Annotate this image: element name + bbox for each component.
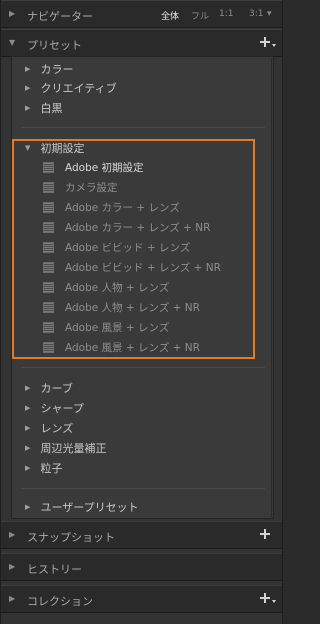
presets-scrollbar[interactable]: [271, 58, 272, 517]
preset-icon: [43, 222, 54, 233]
preset-icon: [43, 202, 54, 213]
presets-header[interactable]: ▼ プリセット: [1, 29, 282, 57]
preset-icon: [43, 262, 54, 273]
divider: [21, 367, 265, 368]
folder-bw[interactable]: ▶ 白黒: [25, 100, 63, 118]
preset-item[interactable]: Adobe 風景 + レンズ: [43, 320, 169, 338]
folder-color[interactable]: ▶ カラー: [25, 61, 74, 79]
expand-triangle-icon: ▶: [9, 9, 16, 18]
folder-user-presets[interactable]: ▶ ユーザープリセット: [25, 499, 139, 517]
preset-item[interactable]: Adobe 人物 + レンズ + NR: [43, 300, 200, 318]
divider: [21, 488, 265, 489]
collections-header[interactable]: ▶ コレクション: [1, 585, 282, 613]
zoom-3-1[interactable]: 3:1: [249, 9, 263, 19]
folder-triangle-icon: ▶: [25, 464, 31, 472]
folder-defaults[interactable]: ▼ 初期設定: [25, 140, 85, 158]
preset-icon: [43, 322, 54, 333]
preset-item[interactable]: Adobe ビビッド + レンズ: [43, 240, 190, 258]
folder-triangle-icon: ▶: [25, 424, 31, 432]
left-panel: ▶ ナビゲーター 全体 フル 1:1 3:1 ▾ ▼ プリセット ▶ カラー ▶…: [0, 0, 283, 624]
preset-item[interactable]: Adobe 初期設定: [43, 160, 144, 178]
preset-icon: [43, 162, 54, 173]
preset-item[interactable]: Adobe カラー + レンズ: [43, 200, 180, 218]
folder-grain[interactable]: ▶ 粒子: [25, 460, 63, 478]
presets-title: プリセット: [27, 39, 82, 52]
history-title: ヒストリー: [27, 563, 82, 576]
folder-triangle-icon: ▶: [25, 503, 31, 511]
expand-triangle-icon: ▶: [9, 594, 16, 603]
add-snapshot-plus-icon[interactable]: [258, 527, 272, 541]
snapshots-title: スナップショット: [27, 531, 115, 544]
folder-expanded-triangle-icon: ▼: [25, 144, 31, 152]
navigator-title: ナビゲーター: [27, 10, 93, 23]
expand-triangle-icon: ▶: [9, 562, 16, 571]
folder-triangle-icon: ▶: [25, 444, 31, 452]
navigator-header[interactable]: ▶ ナビゲーター 全体 フル 1:1 3:1 ▾: [1, 0, 282, 28]
folder-triangle-icon: ▶: [25, 65, 31, 73]
zoom-fill[interactable]: フル: [191, 9, 209, 22]
folder-triangle-icon: ▶: [25, 104, 31, 112]
preset-icon: [43, 302, 54, 313]
preset-item[interactable]: Adobe 人物 + レンズ: [43, 280, 169, 298]
snapshots-header[interactable]: ▶ スナップショット: [1, 521, 282, 549]
collections-title: コレクション: [27, 595, 93, 608]
zoom-1-1[interactable]: 1:1: [219, 9, 233, 19]
history-header[interactable]: ▶ ヒストリー: [1, 553, 282, 581]
folder-triangle-icon: ▶: [25, 384, 31, 392]
preset-icon: [43, 242, 54, 253]
folder-triangle-icon: ▶: [25, 404, 31, 412]
preset-item[interactable]: Adobe ビビッド + レンズ + NR: [43, 260, 221, 278]
add-preset-plus-icon[interactable]: [258, 35, 276, 49]
folder-vignette[interactable]: ▶ 周辺光量補正: [25, 440, 107, 458]
preset-item[interactable]: Adobe カラー + レンズ + NR: [43, 220, 210, 238]
folder-curve[interactable]: ▶ カーブ: [25, 380, 73, 398]
preset-icon: [43, 342, 54, 353]
preset-item[interactable]: Adobe 風景 + レンズ + NR: [43, 340, 200, 358]
folder-triangle-icon: ▶: [25, 84, 31, 92]
preset-icon: [43, 182, 54, 193]
folder-sharpen[interactable]: ▶ シャープ: [25, 400, 84, 418]
preset-item[interactable]: カメラ設定: [43, 180, 118, 198]
add-collection-plus-icon[interactable]: [258, 591, 276, 605]
folder-creative[interactable]: ▶ クリエイティブ: [25, 80, 117, 98]
zoom-fit[interactable]: 全体: [161, 9, 179, 22]
folder-lens[interactable]: ▶ レンズ: [25, 420, 73, 438]
preset-icon: [43, 282, 54, 293]
zoom-dropdown-icon[interactable]: ▾: [267, 9, 272, 19]
collapse-triangle-icon: ▼: [9, 38, 16, 47]
expand-triangle-icon: ▶: [9, 530, 16, 539]
divider: [21, 127, 265, 128]
